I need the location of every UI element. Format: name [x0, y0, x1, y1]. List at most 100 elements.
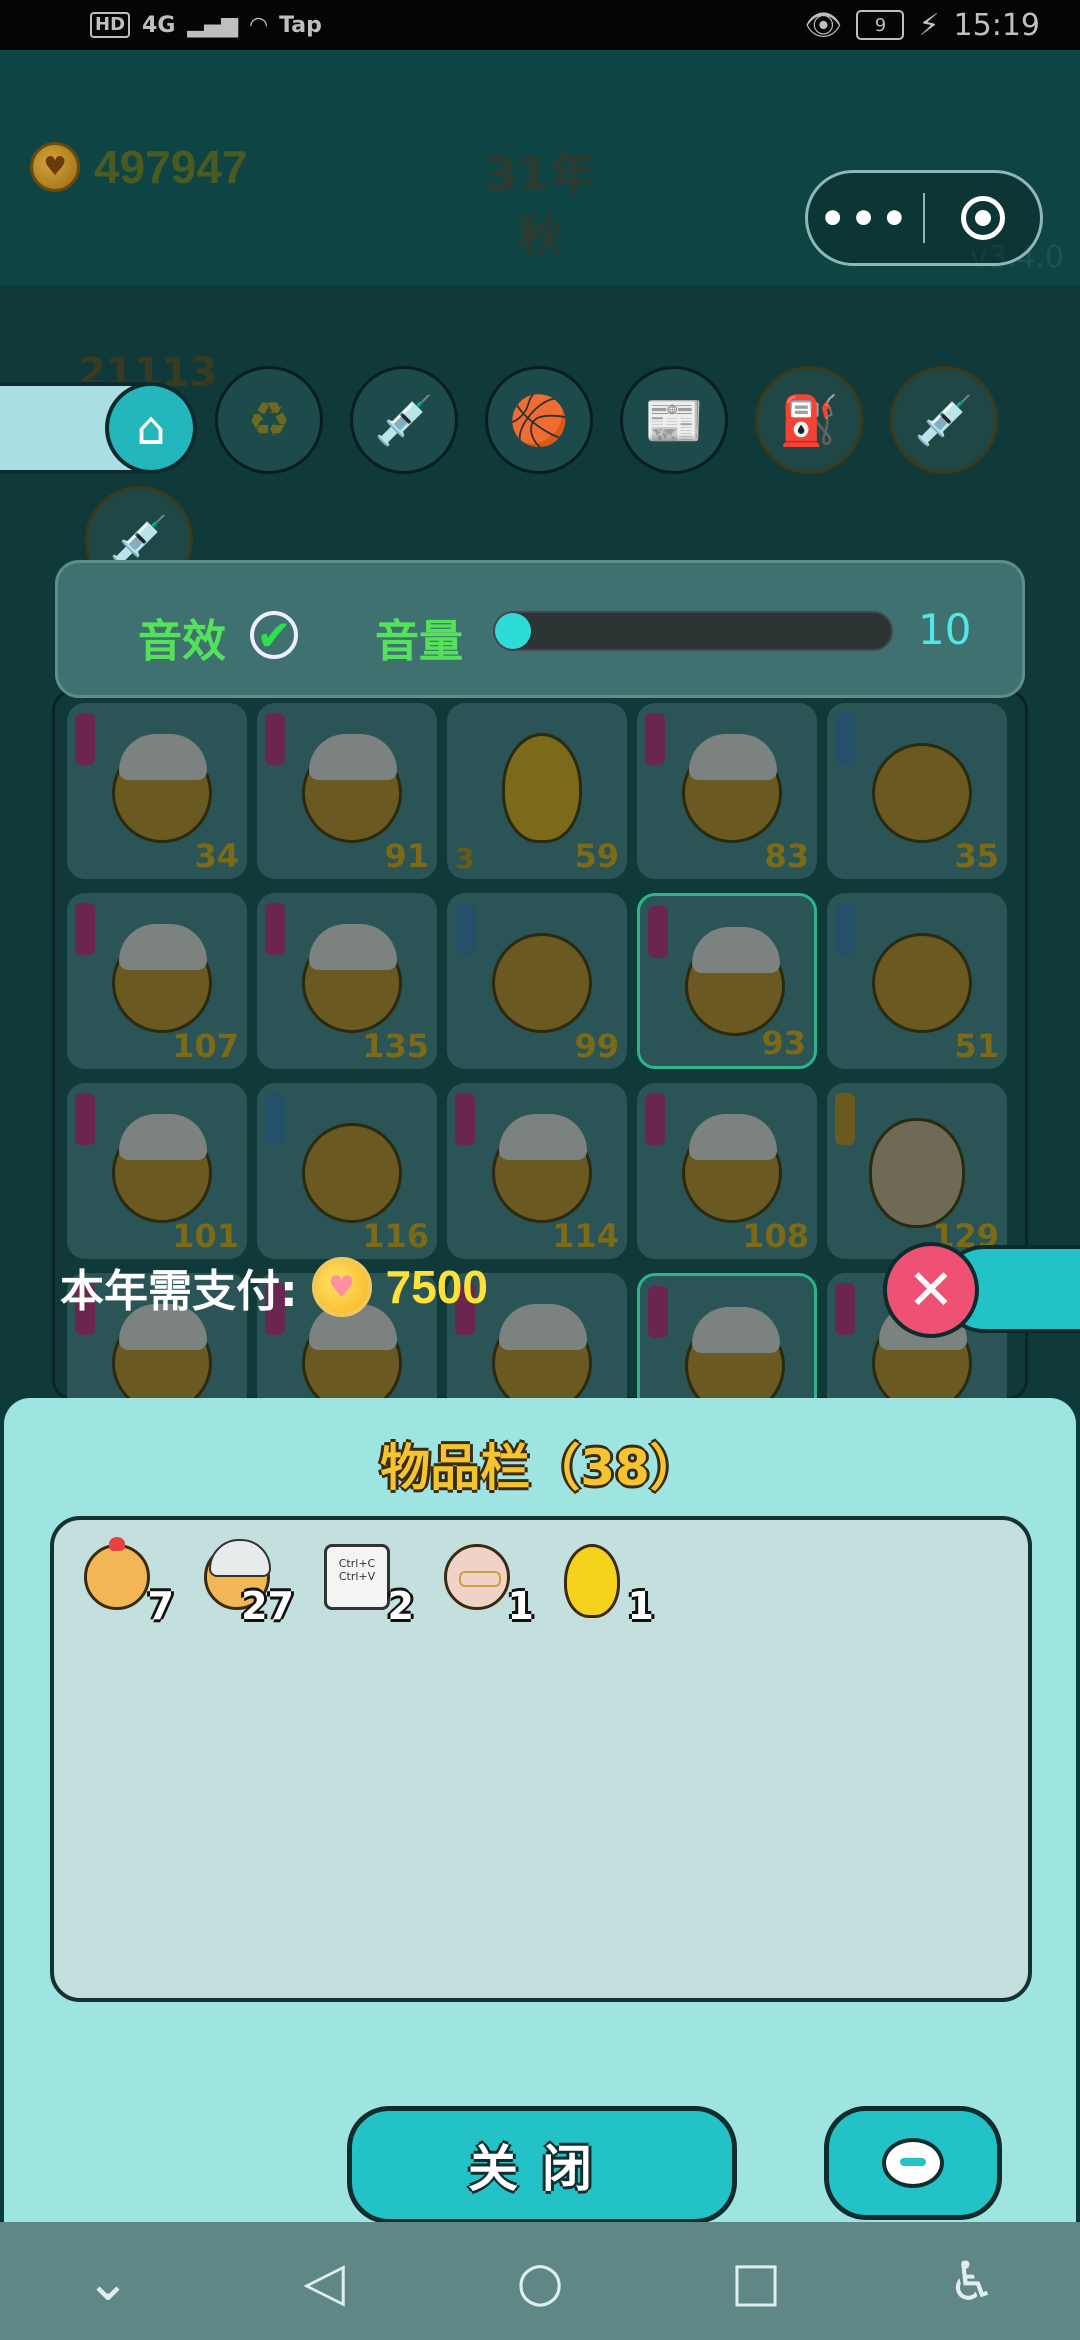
inventory-item-grandpa[interactable]: 1 — [434, 1540, 534, 1640]
sound-settings-panel: 音效 ✔ 音量 10 — [55, 560, 1025, 698]
payment-label: 本年需支付: — [60, 1266, 298, 1317]
nerd-chick-icon — [682, 734, 782, 843]
coin-icon: ♥ — [311, 1257, 372, 1317]
grid-cell[interactable]: 129 — [827, 1083, 1007, 1259]
signal-icon: ▂▄▆ — [187, 12, 239, 38]
grid-cell[interactable]: 93 — [637, 893, 817, 1069]
grid-cell[interactable]: 107 — [67, 893, 247, 1069]
cell-left-number: 3 — [455, 842, 475, 875]
grid-cell[interactable]: 35 — [827, 703, 1007, 879]
system-status-bar: HD 4G ▂▄▆ ◠ Tap 👁 9 ⚡ 15:19 — [0, 0, 1080, 50]
network-label: 4G — [142, 12, 176, 38]
copy-paste-card-icon: Ctrl+C Ctrl+V — [324, 1544, 390, 1610]
cell-number: 91 — [384, 837, 429, 875]
nerd-chick-icon — [492, 1114, 592, 1223]
annual-payment: 本年需支付: ♥ 7500 — [60, 1255, 488, 1319]
grid-cell[interactable]: 101 — [67, 1083, 247, 1259]
grid-cell[interactable]: 135 — [257, 893, 437, 1069]
sound-effects-label: 音效 — [138, 616, 226, 667]
rarity-tag — [75, 1093, 95, 1145]
inventory-item-chick[interactable]: 7 — [74, 1537, 174, 1640]
cell-number: 51 — [954, 1027, 999, 1065]
grid-cell[interactable]: 83 — [637, 703, 817, 879]
sound-effects-checkbox[interactable]: ✔ — [250, 611, 298, 660]
inventory-item-nerd-chick[interactable]: 27 — [194, 1539, 294, 1640]
cell-number: 107 — [172, 1027, 239, 1065]
payment-amount: 7500 — [385, 1261, 488, 1313]
recents-icon[interactable]: □ — [706, 2250, 806, 2313]
rarity-tag — [648, 906, 668, 958]
chick-icon — [302, 1123, 402, 1223]
rarity-tag — [645, 1093, 665, 1145]
nerd-chick-icon — [112, 1114, 212, 1223]
inventory-count: 1 — [627, 1584, 654, 1628]
collapse-icon[interactable]: ⌄ — [58, 2250, 158, 2313]
rarity-tag — [835, 1283, 855, 1335]
grid-cell[interactable]: 91 — [257, 703, 437, 879]
cell-number: 59 — [574, 837, 619, 875]
chat-bubble-icon — [882, 2138, 944, 2188]
nerd-chick-icon — [682, 1114, 782, 1223]
card-line: Ctrl+V — [338, 1570, 376, 1583]
cell-number: 83 — [764, 837, 809, 875]
grid-cell[interactable]: 116 — [257, 1083, 437, 1259]
grid-cell[interactable]: 114 — [447, 1083, 627, 1259]
chick-icon — [872, 933, 972, 1033]
rarity-tag — [835, 713, 855, 765]
rarity-tag — [75, 903, 95, 955]
inventory-count: 1 — [507, 1584, 534, 1628]
volume-slider[interactable] — [493, 611, 893, 651]
grid-cell[interactable]: 34 — [67, 703, 247, 879]
syringe-tool-icon[interactable]: 💉 — [350, 366, 458, 474]
chat-button[interactable] — [824, 2106, 1002, 2220]
nerd-chick-icon — [112, 734, 212, 843]
inventory-count: 7 — [147, 1584, 174, 1628]
pump-tool-icon[interactable]: ⛽ — [755, 366, 863, 474]
nerd-chick-icon — [685, 927, 785, 1036]
basketball-tool-icon[interactable]: 🏀 — [485, 366, 593, 474]
chick-icon — [492, 933, 592, 1033]
nerd-chick-icon — [302, 734, 402, 843]
golden-egg-icon — [564, 1544, 620, 1618]
volume-slider-knob[interactable] — [495, 613, 531, 649]
record-target-icon — [960, 196, 1005, 240]
hd-badge: HD — [90, 12, 131, 38]
newspaper-tool-icon[interactable]: 📰 — [620, 366, 728, 474]
rarity-tag — [455, 903, 475, 955]
status-left: HD 4G ▂▄▆ ◠ Tap — [90, 0, 322, 50]
capsule-close[interactable] — [925, 196, 1040, 240]
cell-number: 101 — [172, 1217, 239, 1255]
close-button[interactable]: 关闭 — [347, 2106, 737, 2224]
system-nav-bar: ⌄ ◁ ○ □ ♿ — [0, 2222, 1080, 2340]
accessibility-icon[interactable]: ♿ — [922, 2250, 1022, 2313]
home-circle-icon[interactable]: ○ — [490, 2250, 590, 2313]
golden-egg-icon — [502, 733, 582, 843]
inventory-item-copy-card[interactable]: Ctrl+C Ctrl+V 2 — [314, 1540, 414, 1640]
rarity-tag — [455, 1093, 475, 1145]
cell-number: 34 — [194, 837, 239, 875]
syringe-chick-tool-icon[interactable]: 💉 — [890, 366, 998, 474]
grid-cell[interactable]: 51 — [827, 893, 1007, 1069]
cell-number: 108 — [742, 1217, 809, 1255]
rarity-tag — [835, 903, 855, 955]
home-icon[interactable]: ⌂ — [105, 382, 197, 474]
nerd-chick-icon — [112, 924, 212, 1033]
recycle-tool-icon[interactable]: ♻ — [215, 366, 323, 474]
chick-icon — [84, 1537, 150, 1610]
miniprogram-capsule: ••• — [805, 170, 1043, 266]
clock: 15:19 — [953, 7, 1040, 43]
inventory-item-golden-egg[interactable]: 1 — [554, 1540, 654, 1640]
cell-number: 135 — [362, 1027, 429, 1065]
grid-cell[interactable]: 108 — [637, 1083, 817, 1259]
rarity-tag — [265, 903, 285, 955]
back-icon[interactable]: ◁ — [274, 2250, 374, 2313]
cell-number: 116 — [362, 1217, 429, 1255]
eye-icon: 👁 — [804, 7, 843, 43]
cancel-x-icon[interactable]: ✕ — [883, 1242, 979, 1338]
grid-cell[interactable]: 99 — [447, 893, 627, 1069]
grid-cell[interactable]: 3 59 — [447, 703, 627, 879]
wifi-icon: ◠ — [250, 12, 268, 38]
rarity-tag — [265, 713, 285, 765]
more-dots-icon[interactable]: ••• — [808, 194, 923, 243]
volume-value: 10 — [918, 605, 972, 654]
